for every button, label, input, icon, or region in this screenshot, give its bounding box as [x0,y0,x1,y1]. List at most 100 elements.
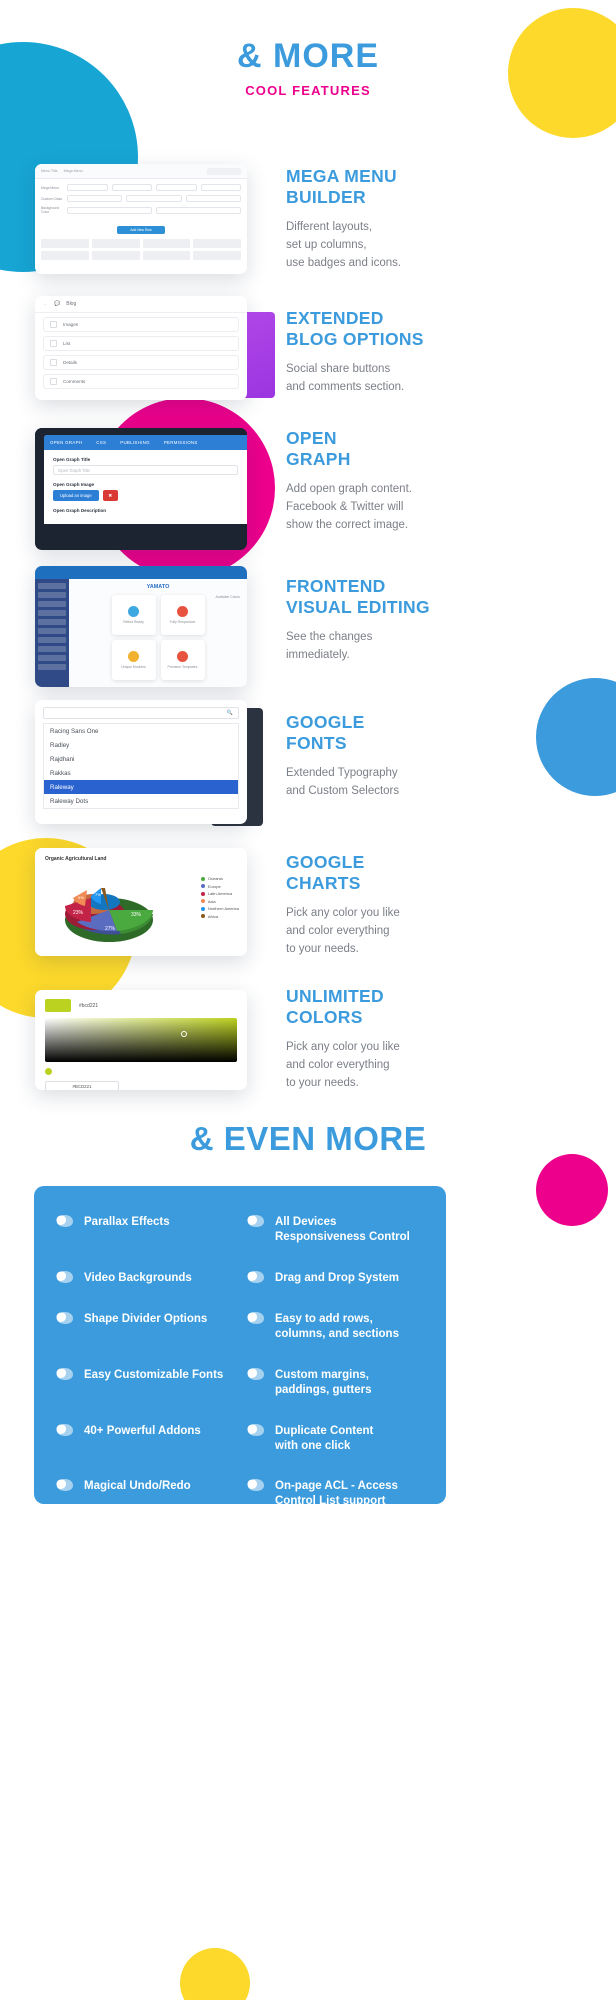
blog-list-item[interactable]: List [43,336,239,351]
legend-label: Africa [207,913,219,919]
mega-menu-field[interactable] [156,184,197,191]
even-more-features-panel: Parallax Effects All Devices Responsiven… [34,1186,446,1507]
frontend-card[interactable]: Retina Ready [111,595,156,635]
feature-text-extended-blog-options: EXTENDED BLOG OPTIONS Social share butto… [286,308,586,397]
feature-item-label: Shape Divider Options [84,1312,208,1325]
mega-menu-grid-cell[interactable] [91,251,140,260]
blog-header: ← 💬 Blog [35,296,247,313]
card-label: Unique Modules [121,665,146,669]
mega-menu-grid-cell[interactable] [41,239,89,248]
tab-publishing[interactable]: PUBLISHING [120,440,150,445]
saturation-value-area[interactable] [45,1018,237,1062]
screenshot-mega-menu-builder[interactable]: Menu Title Mega Menu Mega Menu Custom Cl… [35,164,247,274]
hex-input[interactable]: #BCD221 [45,1081,119,1090]
mega-menu-row-label: Custom Class [41,196,63,201]
mega-menu-field[interactable] [67,184,108,191]
sidebar-row[interactable] [38,664,66,670]
font-option[interactable]: Radley [44,738,238,752]
feature-title-line-2: GRAPH [286,448,351,469]
font-option[interactable]: Rajdhani [44,752,238,766]
collapse-icon[interactable] [50,359,57,366]
mega-menu-grid-cell[interactable] [193,251,241,260]
screenshot-open-graph[interactable]: OPEN GRAPH CSS PUBLISHING PERMISSIONS Op… [35,428,247,550]
blog-list-item[interactable]: Images [43,317,239,332]
mega-menu-add-row-button[interactable]: Add New Row [117,226,165,234]
color-swatch[interactable] [45,999,71,1012]
sidebar-row[interactable] [38,583,66,589]
search-icon[interactable]: 🔍 [227,710,233,716]
mega-menu-field[interactable] [111,184,152,191]
feature-text-frontend-visual-editing: FRONTEND VISUAL EDITING See the changes … [286,576,586,665]
sidebar-row[interactable] [38,655,66,661]
feature-item-label: Video Backgrounds [84,1271,192,1284]
feature-item-shape-divider-options: Shape Divider Options [56,1311,233,1342]
picker-handle-icon[interactable] [181,1031,188,1038]
mega-menu-column-grid [35,239,247,267]
legend-label: Oceania [207,876,223,881]
sidebar-row[interactable] [38,592,66,598]
mega-menu-field[interactable] [67,206,152,214]
collapse-icon[interactable] [50,340,57,347]
tab-open-graph[interactable]: OPEN GRAPH [50,440,82,445]
check-icon [247,1367,264,1380]
font-options-list[interactable]: Racing Sans One Radley Rajdhani Rakkas R… [43,723,239,809]
frontend-card[interactable]: Fully Responsive [160,595,205,635]
screenshot-google-charts[interactable]: Organic Agricultural Land 33% 27% 23% 9%… [35,848,247,956]
card-icon [128,651,139,662]
feature-item-drag-and-drop-system: Drag and Drop System [247,1270,424,1286]
open-graph-title-label: Open Graph Title [53,457,91,462]
mega-menu-topbar-field[interactable] [207,167,241,175]
mega-menu-field[interactable] [200,184,241,191]
collapse-icon[interactable] [50,378,57,385]
font-search-input[interactable]: 🔍 [43,707,239,719]
open-graph-title-input[interactable]: Open Graph Title [53,465,238,475]
mega-menu-field[interactable] [67,195,123,202]
back-arrow-icon[interactable]: ← [43,301,48,307]
mega-menu-grid-cell[interactable] [91,239,140,248]
sidebar-row[interactable] [38,628,66,634]
mega-menu-field[interactable] [156,206,241,214]
mega-menu-grid-cell[interactable] [142,239,191,248]
feature-text-google-fonts: GOOGLE FONTS Extended Typography and Cus… [286,712,586,801]
sidebar-row[interactable] [38,610,66,616]
sidebar-row[interactable] [38,601,66,607]
sidebar-row[interactable] [38,646,66,652]
mega-menu-field[interactable] [185,195,241,202]
mega-menu-grid-cell[interactable] [142,251,191,260]
mega-menu-grid-cell[interactable] [41,251,89,260]
sidebar-row[interactable] [38,619,66,625]
blog-list-item[interactable]: Comments [43,374,239,389]
tab-permissions[interactable]: PERMISSIONS [164,440,198,445]
frontend-brand-logo: YAMATO [146,584,170,590]
collapse-icon[interactable] [50,321,57,328]
mega-menu-grid-cell[interactable] [193,239,241,248]
frontend-sidebar[interactable] [35,579,69,687]
screenshot-frontend-visual-editing[interactable]: YAMATO Available Colors Retina Ready Ful… [35,566,247,687]
check-icon [247,1479,264,1492]
feature-item-label: Parallax Effects [84,1216,170,1228]
upload-image-button[interactable]: Upload an image [53,490,99,501]
frontend-topbar [35,566,247,579]
sidebar-row[interactable] [38,637,66,643]
font-option-selected[interactable]: Raleway [44,780,238,794]
mega-menu-field[interactable] [126,195,182,202]
card-label: Retina Ready [123,620,144,624]
screenshot-extended-blog-options[interactable]: ← 💬 Blog Images List Details Comments [35,296,275,400]
check-icon [247,1215,264,1227]
blog-list-item[interactable]: Details [43,355,239,370]
frontend-canvas[interactable]: YAMATO Available Colors Retina Ready Ful… [69,579,247,687]
screenshot-unlimited-colors[interactable]: #bcd221 #BCD221 [35,990,247,1090]
frontend-card[interactable]: Premium Templates [160,640,205,680]
font-option[interactable]: Raleway Dots [44,794,238,808]
legend-swatch [200,914,205,918]
frontend-card[interactable]: Unique Modules [111,640,156,680]
check-icon [247,1270,264,1283]
feature-item-label: Drag and Drop System [275,1271,399,1284]
feature-item-video-backgrounds: Video Backgrounds [56,1270,233,1286]
card-icon [128,606,139,617]
tab-css[interactable]: CSS [96,440,106,445]
font-option[interactable]: Rakkas [44,766,238,780]
font-option[interactable]: Racing Sans One [44,724,238,738]
remove-image-button[interactable]: ✖ [102,490,118,501]
screenshot-google-fonts[interactable]: 🔍 Racing Sans One Radley Rajdhani Rakkas… [35,700,263,826]
